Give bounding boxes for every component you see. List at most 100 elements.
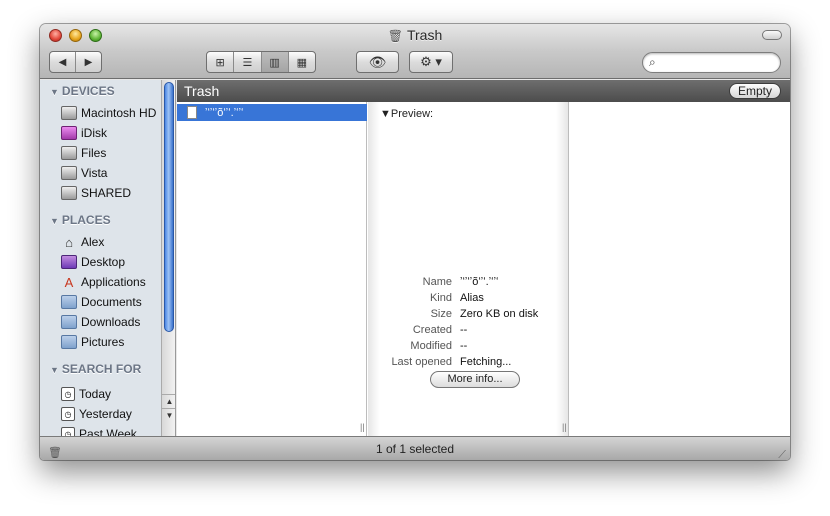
more-info-button[interactable]: More info... <box>430 371 520 388</box>
view-switcher: ⊞ ☰ ▥ ▦ <box>206 51 316 73</box>
sidebar-item-label: Today <box>79 387 112 401</box>
scroll-up-arrow-icon[interactable]: ▲ <box>162 394 175 408</box>
sidebar-item-applications[interactable]: A Applications <box>61 273 146 291</box>
sidebar-section-places[interactable]: ▼ PLACES <box>50 213 111 227</box>
preview-header[interactable]: ▼Preview: <box>380 108 433 120</box>
info-value: ʼʻʼʻʼõʻʼʻ.ʼʻʼʻ <box>460 276 499 288</box>
trash-icon: 🗑 <box>387 29 403 43</box>
trash-icon: 🗑 <box>48 447 62 459</box>
info-value: Fetching... <box>460 356 512 368</box>
clock-icon: ◷ <box>61 387 75 401</box>
sidebar-item-label: Yesterday <box>79 407 132 421</box>
preview-label: Preview: <box>390 108 434 120</box>
sidebar-item-documents[interactable]: Documents <box>61 293 142 311</box>
drive-icon <box>61 146 77 160</box>
back-forward-control: ◀ ▶ <box>49 51 102 73</box>
search-input[interactable] <box>661 57 772 69</box>
column-resize-handle[interactable]: || <box>562 422 567 432</box>
scroll-down-arrow-icon[interactable]: ▼ <box>162 408 175 422</box>
gear-icon: ⚙ ▾ <box>420 54 442 69</box>
info-key: Name <box>422 276 452 288</box>
status-text: 1 of 1 selected <box>375 442 455 456</box>
sidebar-item-label: Pictures <box>81 335 125 349</box>
info-row-created: Created -- <box>368 322 568 338</box>
sidebar-section-search-for[interactable]: ▼ SEARCH FOR <box>50 362 141 376</box>
sidebar-item-macintosh-hd[interactable]: Macintosh HD <box>61 104 156 122</box>
applications-icon: A <box>64 274 74 290</box>
sidebar-item-label: SHARED <box>81 186 132 200</box>
sidebar-item-desktop[interactable]: Desktop <box>61 253 125 271</box>
path-title: Trash <box>184 83 220 99</box>
status-bar: 🗑 1 of 1 selected ⟋ <box>40 436 790 460</box>
drive-icon <box>61 166 77 180</box>
quick-look-button[interactable]: 👁 <box>356 51 399 73</box>
sidebar-item-label: Downloads <box>81 315 141 329</box>
section-header-label: DEVICES <box>61 84 115 98</box>
window-title: 🗑 Trash <box>40 27 790 43</box>
sidebar-item-downloads[interactable]: Downloads <box>61 313 140 331</box>
sidebar-item-shared[interactable]: SHARED <box>61 184 131 202</box>
sidebar-item-label: Vista <box>81 166 108 180</box>
drive-icon <box>61 106 77 120</box>
clock-icon: ◷ <box>61 427 75 436</box>
list-view-button[interactable]: ☰ <box>234 52 262 72</box>
forward-button[interactable]: ▶ <box>76 57 101 68</box>
search-icon: ⌕ <box>649 55 656 69</box>
sidebar: ▼ DEVICES Macintosh HD iDisk Files Vista … <box>40 80 176 436</box>
desktop-icon <box>61 255 77 269</box>
column-shadow <box>368 102 380 436</box>
info-key: Size <box>430 308 452 320</box>
sidebar-item-vista[interactable]: Vista <box>61 164 107 182</box>
sidebar-item-alex[interactable]: ⌂ Alex <box>61 233 104 251</box>
action-menu-button[interactable]: ⚙ ▾ <box>409 51 453 73</box>
disclosure-triangle-icon: ▼ <box>50 216 59 226</box>
info-value: Zero KB on disk <box>460 308 539 320</box>
sidebar-item-files[interactable]: Files <box>61 144 106 162</box>
folder-icon <box>61 315 77 329</box>
sidebar-item-label: Past Week <box>79 427 137 436</box>
sidebar-scrollbar[interactable]: ▲ ▼ <box>161 80 175 436</box>
sidebar-item-today[interactable]: ◷ Today <box>61 385 111 403</box>
toolbar: 🗑 Trash ◀ ▶ ⊞ ☰ ▥ ▦ 👁 ⚙ ▾ ⌕ <box>40 24 790 79</box>
sidebar-section-devices[interactable]: ▼ DEVICES <box>50 84 115 98</box>
folder-icon <box>61 295 77 309</box>
file-name: ʼʻʼʻʼõʻʼʻ.ʼʻʼʻ <box>205 106 244 119</box>
info-key: Kind <box>429 292 452 304</box>
drive-icon <box>61 186 77 200</box>
info-row-modified: Modified -- <box>368 338 568 354</box>
sidebar-item-label: Alex <box>81 235 105 249</box>
file-info: Name ʼʻʼʻʼõʻʼʻ.ʼʻʼʻ Kind Alias Size Zero KB… <box>368 274 568 370</box>
sidebar-item-past-week[interactable]: ◷ Past Week <box>61 425 137 436</box>
info-key: Modified <box>410 340 452 352</box>
sidebar-item-yesterday[interactable]: ◷ Yesterday <box>61 405 132 423</box>
sidebar-item-label: iDisk <box>81 126 107 140</box>
scrollbar-thumb[interactable] <box>164 82 174 332</box>
info-value: -- <box>460 340 468 352</box>
coverflow-view-button[interactable]: ▦ <box>289 52 315 72</box>
resize-grip-icon[interactable]: ⟋ <box>778 443 786 460</box>
sidebar-item-pictures[interactable]: Pictures <box>61 333 124 351</box>
sidebar-item-label: Desktop <box>81 255 126 269</box>
icon-view-button[interactable]: ⊞ <box>207 52 235 72</box>
info-key: Last opened <box>391 356 452 368</box>
sidebar-item-idisk[interactable]: iDisk <box>61 124 107 142</box>
column-browser: ʼʻʼʻʼõʻʼʻ.ʼʻʼʻ || ▼Preview: Name ʼʻʼʻʼõʻʼ… <box>177 102 790 436</box>
file-column: ʼʻʼʻʼõʻʼʻ.ʼʻʼʻ || <box>177 102 367 436</box>
file-row-selected[interactable]: ʼʻʼʻʼõʻʼʻ.ʼʻʼʻ <box>177 104 367 121</box>
toolbar-toggle-button[interactable] <box>762 30 782 40</box>
home-icon: ⌂ <box>65 234 73 250</box>
empty-trash-button[interactable]: Empty <box>728 83 781 99</box>
disclosure-triangle-icon: ▼ <box>380 108 391 120</box>
column-view-button[interactable]: ▥ <box>261 52 289 72</box>
sidebar-item-label: Applications <box>81 275 146 289</box>
info-key: Created <box>412 324 452 336</box>
column-resize-handle[interactable]: || <box>360 422 365 432</box>
back-button[interactable]: ◀ <box>50 57 75 68</box>
disclosure-triangle-icon: ▼ <box>50 87 59 97</box>
sidebar-item-label: Documents <box>81 295 142 309</box>
search-field[interactable]: ⌕ <box>642 52 781 73</box>
clock-icon: ◷ <box>61 407 75 421</box>
info-value: -- <box>460 324 468 336</box>
finder-window: 🗑 Trash ◀ ▶ ⊞ ☰ ▥ ▦ 👁 ⚙ ▾ ⌕ ▼ DEVICES Maci… <box>40 24 790 460</box>
info-row-size: Size Zero KB on disk <box>368 306 568 322</box>
